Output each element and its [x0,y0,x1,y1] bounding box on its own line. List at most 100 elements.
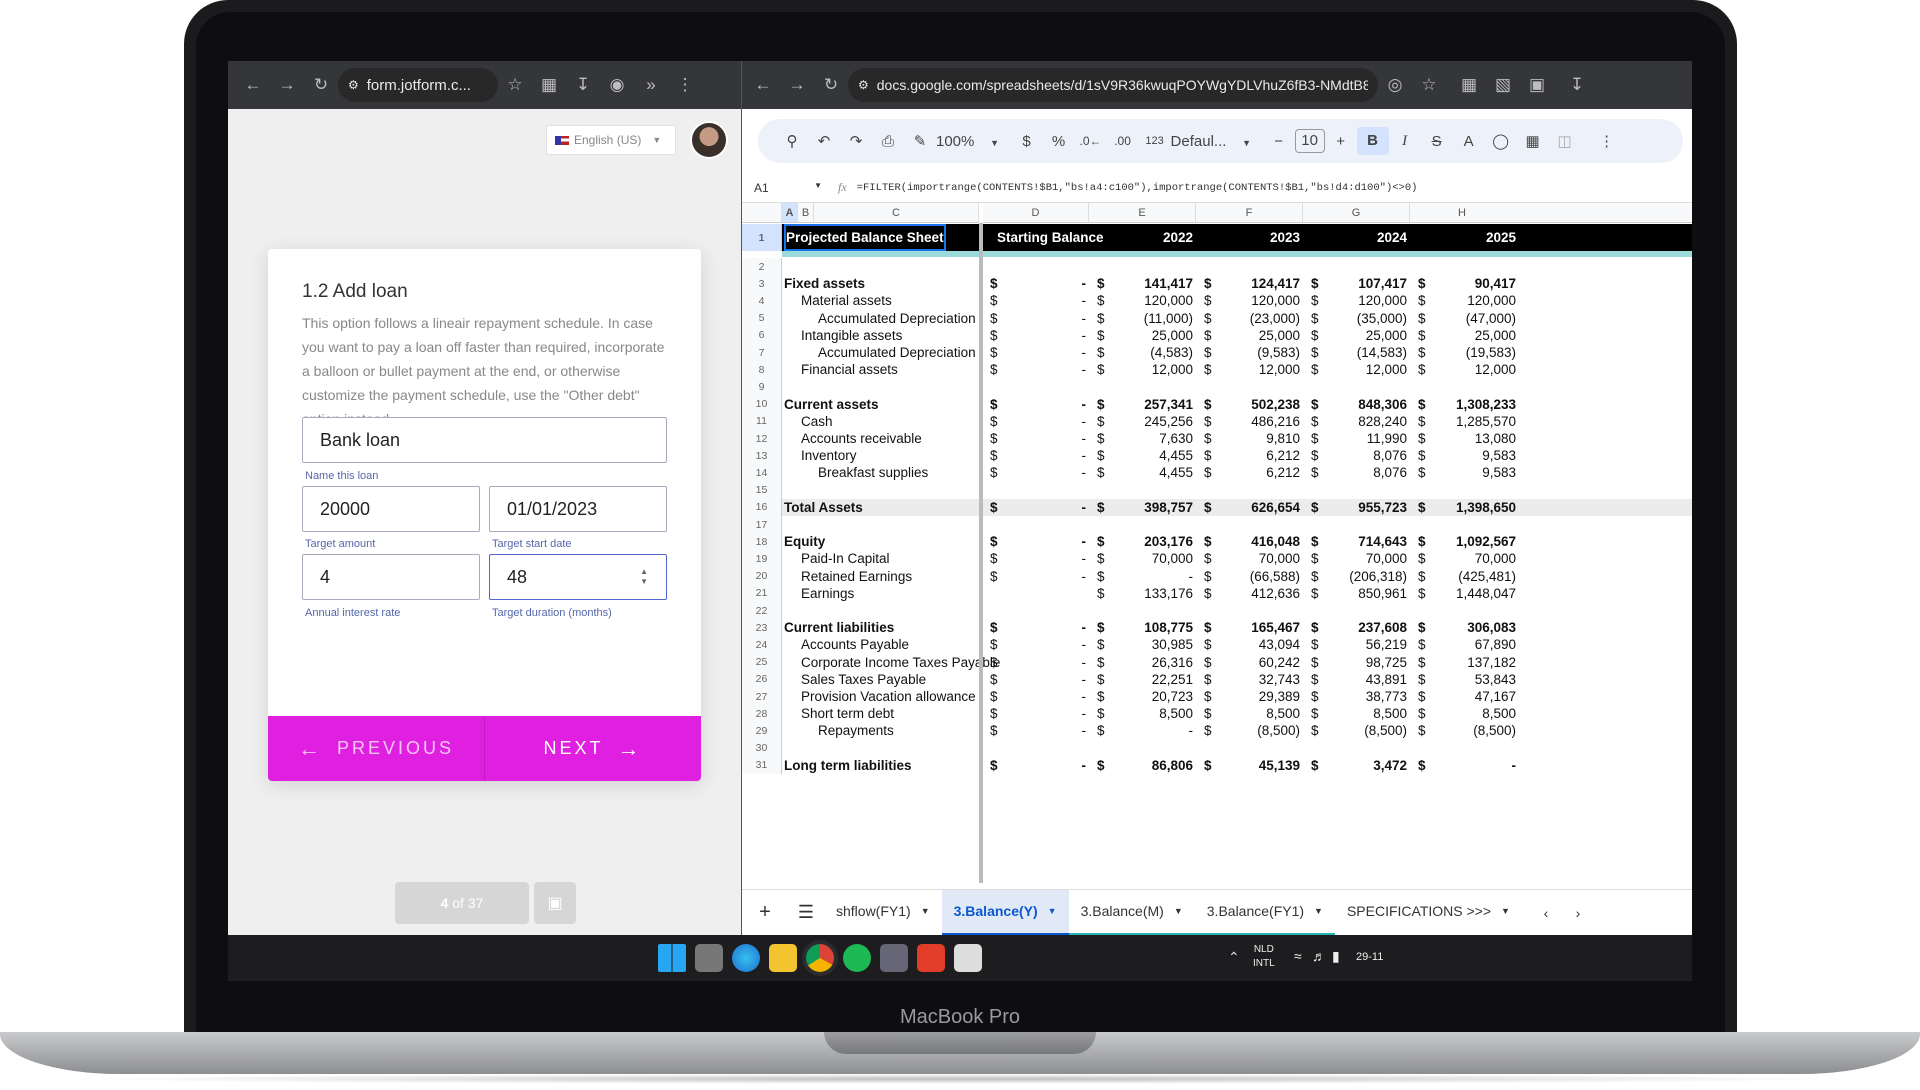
battery-icon[interactable]: ▮ [1332,948,1340,965]
scroll-right-icon[interactable]: › [1562,905,1594,921]
cell-h[interactable]: 9,583 [1410,447,1516,464]
cell-f[interactable]: 29,389 [1196,688,1300,705]
borders-icon[interactable]: ▦ [1517,132,1549,150]
add-sheet-icon[interactable]: + [742,901,788,924]
cell-f[interactable]: 6,212 [1196,464,1300,481]
row-header[interactable]: 9 [742,378,782,396]
cell-starting[interactable]: - [1002,654,1087,671]
header-2023[interactable]: 2023 [1196,224,1300,251]
row-header[interactable]: 30 [742,739,782,757]
row-label[interactable]: Corporate Income Taxes Payable [801,654,1000,671]
cell-starting[interactable]: - [1002,396,1087,413]
row-label[interactable]: Accumulated Depreciation [818,344,976,361]
row-header[interactable]: 5 [742,309,782,327]
cell-e[interactable]: 70,000 [1089,550,1193,567]
cell-h[interactable]: 120,000 [1410,292,1516,309]
cell-h[interactable]: 1,285,570 [1410,413,1516,430]
cell-e[interactable]: 86,806 [1089,757,1193,774]
cell-g[interactable]: 120,000 [1303,292,1407,309]
italic-icon[interactable]: I [1389,133,1421,150]
cell-e[interactable]: 133,176 [1089,585,1193,602]
cell-e[interactable]: - [1089,568,1194,585]
row-header[interactable]: 21 [742,584,782,602]
interest-input[interactable]: 4 [302,554,480,600]
row-header[interactable]: 12 [742,430,782,448]
task-view-icon[interactable] [695,944,723,972]
cell-starting[interactable]: - [1002,568,1087,585]
row-label[interactable]: Breakfast supplies [818,464,928,481]
sheet-tab[interactable]: shflow(FY1) ▼ [824,890,942,936]
row-label[interactable]: Inventory [801,447,857,464]
save-button[interactable]: ▣ [534,882,576,924]
cell-starting[interactable]: - [1002,550,1087,567]
cell-e[interactable]: 20,723 [1089,688,1193,705]
cell-h[interactable]: (19,583) [1410,344,1516,361]
back-icon[interactable]: ← [746,75,780,95]
cell-e[interactable]: 398,757 [1089,499,1193,516]
row-label[interactable]: Cash [801,413,833,430]
row-header[interactable]: 10 [742,395,782,413]
amount-input[interactable]: 20000 [302,486,480,532]
forward-icon[interactable]: → [780,75,814,95]
fill-color-icon[interactable]: ◯ [1485,132,1517,150]
font-select[interactable]: Defaul... ▼ [1171,133,1263,150]
cell-f[interactable]: (9,583) [1196,344,1300,361]
cell-g[interactable]: 12,000 [1303,361,1407,378]
cell-h[interactable]: 1,448,047 [1410,585,1516,602]
eye-icon[interactable]: ◎ [1378,75,1412,95]
cell-starting[interactable]: - [1002,430,1087,447]
cell-e[interactable]: 22,251 [1089,671,1193,688]
row-header[interactable]: 2 [742,258,782,276]
cell-starting[interactable]: - [1002,310,1087,327]
sheets-address-bar[interactable]: ⚙ docs.google.com/spreadsheets/d/1sV9R36… [848,68,1378,102]
cell-starting[interactable]: - [1002,757,1087,774]
language-select[interactable]: English (US) ▼ [546,125,676,155]
cell-starting[interactable]: - [1002,499,1087,516]
row-label[interactable]: Earnings [801,585,854,602]
cell-starting[interactable]: - [1002,671,1087,688]
all-sheets-icon[interactable]: ☰ [788,902,824,923]
currency-icon[interactable]: $ [1011,133,1043,150]
cell-g[interactable]: (206,318) [1303,568,1407,585]
cell-e[interactable]: 108,775 [1089,619,1193,636]
formula-input[interactable]: =FILTER(importrange(CONTENTS!$B1,"bs!a4:… [857,182,1418,194]
paint-format-icon[interactable]: ✎ [904,132,936,150]
chevron-down-icon[interactable]: ▼ [1174,906,1183,916]
cell-h[interactable]: 70,000 [1410,550,1516,567]
spotify-icon[interactable] [843,944,871,972]
cell-f[interactable]: (66,588) [1196,568,1300,585]
col-header-b[interactable]: B [798,203,814,223]
avatar[interactable] [690,121,728,159]
cell-h[interactable]: 1,398,650 [1410,499,1516,516]
cell-e[interactable]: 7,630 [1089,430,1193,447]
row-label[interactable]: Retained Earnings [801,568,912,585]
font-size-input[interactable]: 10 [1294,129,1325,153]
cell-starting[interactable]: - [1002,688,1087,705]
cell-e[interactable]: - [1089,722,1194,739]
volume-icon[interactable]: ♬ [1312,948,1326,964]
row-header-1[interactable]: 1 [742,224,782,251]
chevron-down-icon[interactable]: ▼ [1314,906,1323,916]
cell-starting[interactable]: - [1002,464,1087,481]
row-label[interactable]: Material assets [801,292,892,309]
cell-e[interactable]: 120,000 [1089,292,1193,309]
number-spinner-icon[interactable]: ▲ ▼ [640,567,648,587]
bold-icon[interactable]: B [1356,127,1389,155]
row-label[interactable]: Financial assets [801,361,898,378]
sheet-tab[interactable]: 3.Balance(Y) ▼ [941,889,1069,936]
chevron-down-icon[interactable]: ▼ [1048,906,1057,916]
cell-g[interactable]: 828,240 [1303,413,1407,430]
wifi-icon[interactable]: ≈ [1294,948,1302,964]
row-label[interactable]: Fixed assets [784,275,865,292]
sheet-tab[interactable]: 3.Balance(FY1) ▼ [1194,890,1335,936]
row-header[interactable]: 4 [742,292,782,310]
app-icon[interactable] [954,944,982,972]
row-header[interactable]: 16 [742,498,782,516]
cell-e[interactable]: 4,455 [1089,447,1193,464]
col-header-g[interactable]: G [1303,203,1410,223]
cell-starting[interactable]: - [1002,292,1087,309]
row-label[interactable]: Short term debt [801,705,894,722]
cell-starting[interactable]: - [1002,722,1087,739]
cell-e[interactable]: 203,176 [1089,533,1193,550]
back-icon[interactable]: ← [236,75,270,95]
